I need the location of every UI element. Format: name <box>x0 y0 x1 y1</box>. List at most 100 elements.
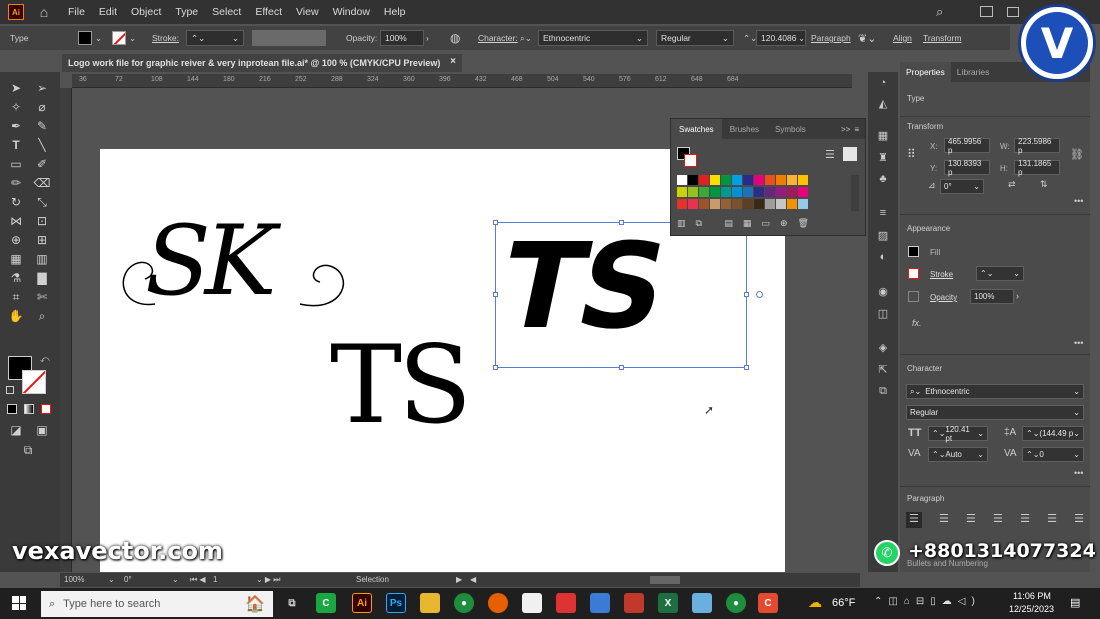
firefox-icon[interactable] <box>488 593 508 613</box>
selection-tool-icon[interactable]: ➤ <box>6 80 26 96</box>
workspace-icon[interactable] <box>980 6 993 17</box>
h-field[interactable]: 131.1865 p <box>1014 159 1060 177</box>
swatch-cell[interactable] <box>710 187 720 197</box>
font-family-dropdown[interactable]: Ethnocentric ⌄ <box>538 26 648 50</box>
menu-file[interactable]: File <box>68 6 85 18</box>
recolor-icon[interactable]: ◍ <box>450 26 460 50</box>
selection-handle[interactable] <box>619 220 624 225</box>
swatch-cell[interactable] <box>688 175 698 185</box>
magic-wand-icon[interactable]: ✧ <box>6 99 26 115</box>
stroke-label[interactable]: Stroke <box>930 270 953 279</box>
camtasia-app-icon[interactable]: C <box>316 593 336 613</box>
screen-mode-icon[interactable]: ⧉ <box>18 442 38 458</box>
grid-view-icon[interactable] <box>843 147 857 161</box>
line-tool-icon[interactable]: ╲ <box>32 137 52 153</box>
reference-point-icon[interactable]: ⠿ <box>907 147 916 161</box>
shaper-tool-icon[interactable]: ✏ <box>6 175 26 191</box>
default-colors-icon[interactable] <box>6 386 14 394</box>
appearance-fill-swatch[interactable] <box>908 246 919 257</box>
windows-start-icon[interactable] <box>12 596 26 610</box>
font-style-dropdown[interactable]: Regular ⌄ <box>656 26 734 50</box>
justify-all-icon[interactable]: ☰ <box>1074 512 1084 528</box>
sk-logo-artwork[interactable]: SK <box>115 194 350 329</box>
control-transform-label[interactable]: Transform <box>923 26 961 50</box>
stroke-weight-field[interactable]: ⌃⌄ ⌄ <box>186 26 244 50</box>
control-character-label[interactable]: Character: <box>478 26 518 50</box>
ts-bold-artwork[interactable]: TS <box>496 237 748 337</box>
symbols-icon[interactable]: ♣ <box>875 172 891 186</box>
artboard-tool-icon[interactable]: ⌗ <box>6 289 26 305</box>
swatch-cell[interactable] <box>765 175 775 185</box>
eraser-tool-icon[interactable]: ⌫ <box>32 175 52 191</box>
tab-symbols[interactable]: Symbols <box>767 119 814 139</box>
menu-view[interactable]: View <box>296 6 319 18</box>
menu-type[interactable]: Type <box>175 6 198 18</box>
swatch-cell[interactable] <box>721 175 731 185</box>
clock-date[interactable]: 12/25/2023 <box>1009 604 1054 614</box>
more-options-icon[interactable]: ••• <box>1074 196 1083 206</box>
justify-left-icon[interactable]: ☰ <box>993 512 1003 528</box>
variable-width-profile[interactable] <box>252 26 326 50</box>
w-field[interactable]: 223.5986 p <box>1014 137 1060 155</box>
swatch-cell[interactable] <box>754 187 764 197</box>
swatch-cell[interactable] <box>798 187 808 197</box>
swatch-cell[interactable] <box>754 199 764 209</box>
taskbar-search-box[interactable]: ⌕ Type here to search 🏠 <box>41 591 273 617</box>
stroke-weight-input[interactable]: ⌃⌄ ⌄ <box>976 266 1024 281</box>
appearance-icon[interactable]: ◉ <box>875 284 891 298</box>
artboard-number[interactable]: 1 <box>213 575 217 584</box>
document-app-icon[interactable] <box>522 593 542 613</box>
clock-time[interactable]: 11:06 PM <box>1013 591 1051 601</box>
swatch-cell[interactable] <box>743 187 753 197</box>
swatch-cell[interactable] <box>798 175 808 185</box>
swatch-cell[interactable] <box>787 199 797 209</box>
menu-window[interactable]: Window <box>333 6 370 18</box>
control-opacity-label[interactable]: Opacity: <box>346 26 377 50</box>
opacity-label[interactable]: Opacity <box>930 293 957 302</box>
panel-expand-icon[interactable]: >> <box>841 125 854 134</box>
swatch-cell[interactable] <box>776 187 786 197</box>
flip-horizontal-icon[interactable]: ⇄ <box>1008 179 1016 190</box>
notifications-icon[interactable]: ▤ <box>1070 596 1080 609</box>
transparency-icon[interactable]: ◐ <box>875 250 891 264</box>
type-out-port[interactable] <box>756 291 763 298</box>
artboard-next-icon[interactable]: ⌄ ▶ ⏭ <box>256 575 281 585</box>
gradient-panel-icon[interactable]: ▨ <box>875 228 891 242</box>
swatch-cell[interactable] <box>787 187 797 197</box>
swatch-cell[interactable] <box>743 175 753 185</box>
leading-input[interactable]: ⌃⌄ (144.49 p ⌄ <box>1022 426 1084 441</box>
status-menu-arrow-icon[interactable]: ▶ <box>456 575 462 584</box>
document-tab[interactable]: Logo work file for graphic reiver & very… <box>62 54 462 72</box>
more-options-icon[interactable]: ••• <box>1074 338 1083 348</box>
layers-icon[interactable]: ◈ <box>875 340 891 354</box>
tab-brushes[interactable]: Brushes <box>722 119 767 139</box>
libraries-icon[interactable]: ♜ <box>875 150 891 164</box>
rotate-field[interactable]: 0° ⌄ <box>940 179 984 194</box>
opacity-input[interactable]: 100% <box>970 289 1014 304</box>
paintbrush-tool-icon[interactable]: ✐ <box>32 156 52 172</box>
search-icon[interactable]: ⌕ <box>936 4 943 20</box>
paragraph-style-icon[interactable]: ❦⌄ <box>858 26 876 50</box>
photos-icon[interactable] <box>624 593 644 613</box>
tab-libraries[interactable]: Libraries <box>951 62 996 82</box>
menu-edit[interactable]: Edit <box>99 6 117 18</box>
curvature-tool-icon[interactable]: ✎ <box>32 118 52 134</box>
swatch-cell[interactable] <box>721 187 731 197</box>
shape-builder-icon[interactable]: ⊕ <box>6 232 26 248</box>
chevron-down-icon[interactable]: ⌄ <box>798 26 805 50</box>
swatch-cell[interactable] <box>710 199 720 209</box>
ts-serif-artwork[interactable]: TS <box>328 319 468 429</box>
weather-temp[interactable]: 66°F <box>832 597 855 609</box>
align-center-icon[interactable]: ☰ <box>939 512 949 528</box>
excel-icon[interactable]: X <box>658 593 678 613</box>
justify-right-icon[interactable]: ☰ <box>1047 512 1057 528</box>
menu-select[interactable]: Select <box>212 6 241 18</box>
artboards-icon[interactable]: ⧉ <box>875 384 891 398</box>
swatch-cell[interactable] <box>798 199 808 209</box>
selection-handle[interactable] <box>493 365 498 370</box>
selection-handle[interactable] <box>493 292 498 297</box>
swatch-cell[interactable] <box>732 187 742 197</box>
horizontal-scrollbar[interactable] <box>650 576 680 584</box>
rotation-value[interactable]: 0° <box>124 575 132 584</box>
horizontal-ruler[interactable]: 36 72 108 144 180 216 252 288 324 360 39… <box>72 74 852 88</box>
